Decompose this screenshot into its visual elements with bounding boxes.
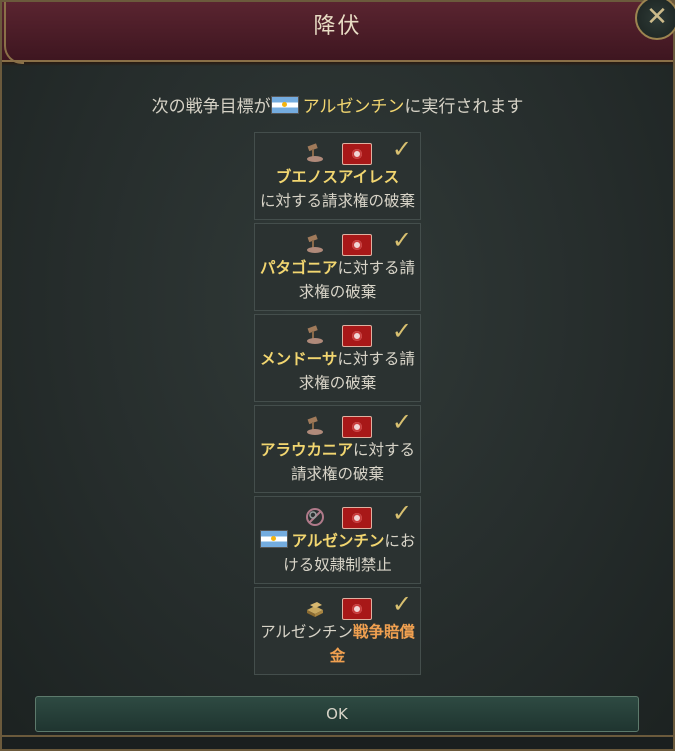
checkmark-icon: ✓ bbox=[391, 317, 412, 345]
treaty-seal-icon bbox=[342, 598, 372, 620]
war-goal-text: アラウカニアに対する請求権の破棄 bbox=[255, 438, 420, 486]
checkmark-icon: ✓ bbox=[391, 408, 412, 436]
war-goal-text: パタゴニアに対する請求権の破棄 bbox=[255, 256, 420, 304]
war-goal-card: ✓ パタゴニアに対する請求権の破棄 bbox=[254, 223, 421, 311]
gavel-icon bbox=[307, 325, 323, 344]
treaty-seal-icon bbox=[342, 416, 372, 438]
war-goal-card: ✓ ブエノスアイレス に対する請求権の破棄 bbox=[254, 132, 421, 220]
war-goal-card: ✓ アラウカニアに対する請求権の破棄 bbox=[254, 405, 421, 493]
treaty-seal-icon bbox=[342, 234, 372, 256]
subtitle-country: アルゼンチン bbox=[302, 97, 405, 117]
ok-button[interactable]: OK bbox=[35, 696, 639, 732]
dialog-subtitle: 次の戦争目標が アルゼンチンに実行されます bbox=[2, 92, 673, 117]
war-goal-card: ✓ メンドーサに対する請求権の破棄 bbox=[254, 314, 421, 402]
checkmark-icon: ✓ bbox=[391, 590, 412, 618]
war-goal-list: ✓ ブエノスアイレス に対する請求権の破棄 ✓ パタゴニアに対する請求権の破棄 ✓ bbox=[254, 132, 421, 678]
surrender-dialog: 降伏 ✕ 次の戦争目標が アルゼンチンに実行されます ✓ ブエノスアイレス に対する… bbox=[0, 0, 675, 751]
checkmark-icon: ✓ bbox=[391, 135, 412, 163]
war-goal-target: パタゴニア bbox=[259, 259, 338, 277]
war-goal-card: ✓ アルゼンチン戦争賠償金 bbox=[254, 587, 421, 675]
subtitle-prefix: 次の戦争目標が bbox=[151, 97, 271, 117]
war-goal-text: アルゼンチンにおける奴隷制禁止 bbox=[255, 529, 420, 577]
gavel-icon bbox=[307, 416, 323, 435]
war-goal-description: に対する請求権の破棄 bbox=[259, 192, 415, 210]
dialog-title: 降伏 bbox=[313, 14, 362, 39]
war-goal-text: アルゼンチン戦争賠償金 bbox=[255, 620, 420, 668]
war-goal-text: ブエノスアイレス に対する請求権の破棄 bbox=[255, 165, 420, 213]
war-goal-target: ブエノスアイレス bbox=[275, 168, 400, 186]
treaty-seal-icon bbox=[342, 143, 372, 165]
gavel-icon bbox=[307, 234, 323, 253]
war-goal-target: アラウカニア bbox=[259, 441, 353, 459]
argentina-flag-icon bbox=[270, 96, 299, 114]
bottom-border bbox=[2, 735, 673, 749]
war-goal-card: ✓ アルゼンチンにおける奴隷制禁止 bbox=[254, 496, 421, 584]
treaty-seal-icon bbox=[342, 507, 372, 529]
gavel-icon bbox=[307, 143, 323, 162]
checkmark-icon: ✓ bbox=[391, 226, 412, 254]
corner-ornament bbox=[4, 2, 24, 64]
war-goal-target: アルゼンチン bbox=[291, 532, 385, 550]
gold-bars-icon bbox=[307, 602, 323, 617]
close-button[interactable]: ✕ bbox=[635, 0, 675, 40]
subtitle-suffix: に実行されます bbox=[404, 97, 524, 117]
war-goal-text: メンドーサに対する請求権の破棄 bbox=[255, 347, 420, 395]
treaty-seal-icon bbox=[342, 325, 372, 347]
checkmark-icon: ✓ bbox=[391, 499, 412, 527]
war-goal-country: アルゼンチン bbox=[260, 623, 353, 641]
argentina-flag-icon bbox=[259, 530, 288, 548]
title-bar: 降伏 bbox=[2, 2, 673, 66]
broken-chain-icon bbox=[306, 508, 324, 526]
war-goal-target: メンドーサ bbox=[260, 350, 338, 368]
